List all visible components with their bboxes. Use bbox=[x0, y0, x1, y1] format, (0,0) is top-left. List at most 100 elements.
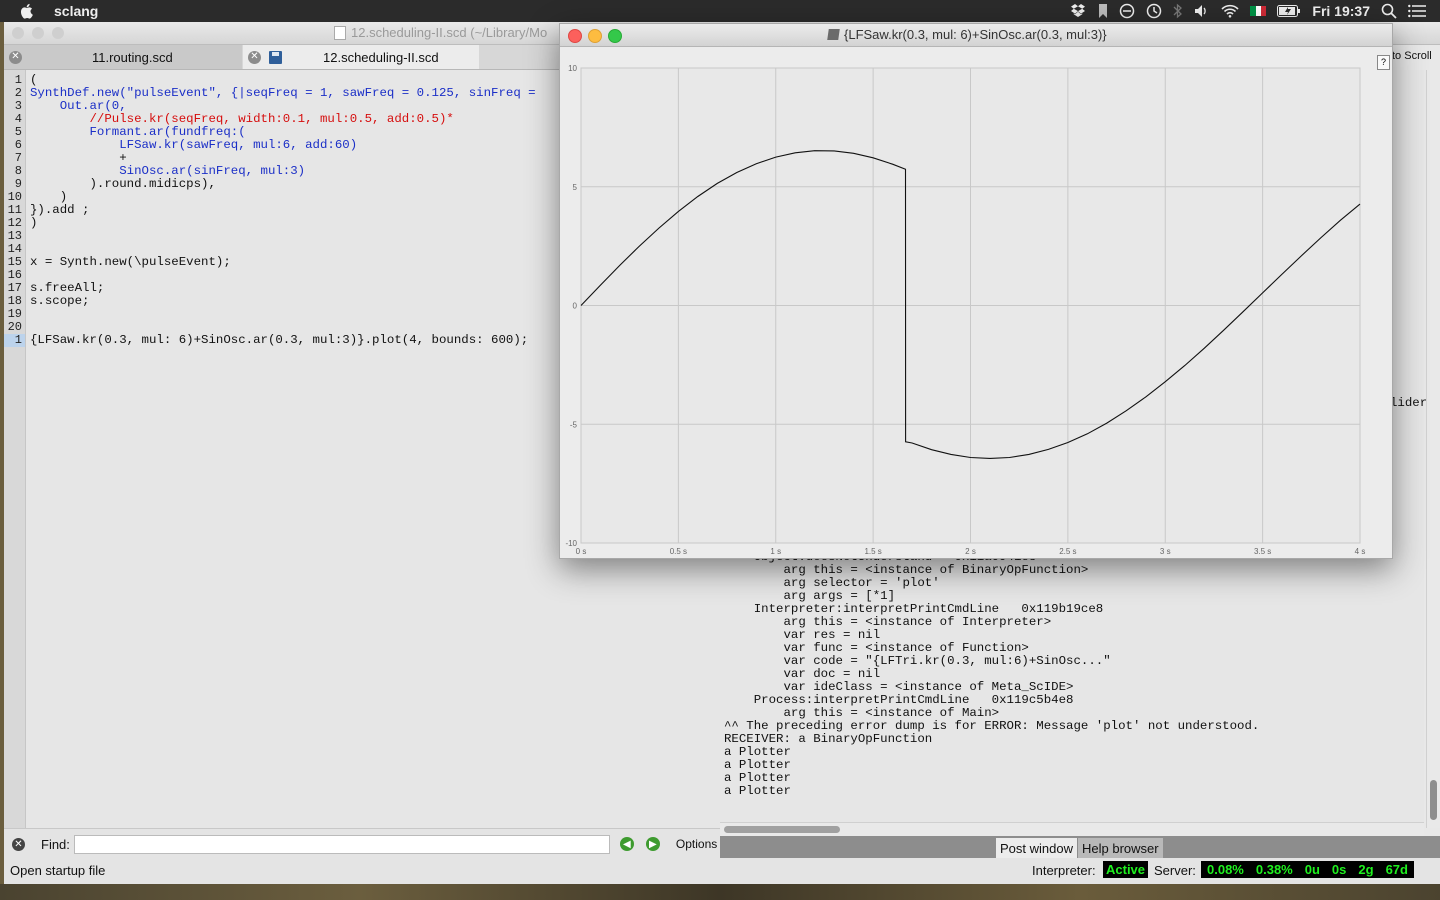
code-text: s.freeAll; bbox=[30, 281, 105, 295]
code-text: SinOsc.ar(sinFreq, mul:3) bbox=[30, 164, 306, 178]
code-text: + bbox=[30, 151, 127, 165]
y-tick-label: 5 bbox=[573, 183, 578, 192]
close-find-icon[interactable]: ✕ bbox=[12, 837, 25, 851]
tab-12-scheduling[interactable]: ✕ 12.scheduling-II.scd bbox=[243, 45, 479, 69]
spotlight-icon[interactable] bbox=[1381, 3, 1397, 19]
code-line: }).add ; bbox=[30, 204, 90, 217]
tab-label: 11.routing.scd bbox=[92, 49, 173, 65]
server-label: Server: bbox=[1154, 863, 1196, 878]
x-tick-label: 0.5 s bbox=[670, 547, 687, 556]
save-status-icon bbox=[269, 50, 282, 64]
x-tick-label: 2.5 s bbox=[1059, 547, 1076, 556]
bluetooth-icon[interactable] bbox=[1173, 3, 1183, 19]
y-tick-label: 10 bbox=[568, 64, 577, 73]
x-tick-label: 1 s bbox=[770, 547, 781, 556]
find-options-button[interactable]: Options bbox=[676, 837, 717, 851]
zoom-plot-button[interactable] bbox=[608, 29, 622, 43]
time-machine-icon[interactable] bbox=[1146, 3, 1162, 19]
post-line: a Plotter bbox=[724, 784, 791, 798]
x-tick-label: 1.5 s bbox=[864, 547, 881, 556]
minimize-window-button[interactable] bbox=[32, 27, 44, 39]
sync-icon[interactable] bbox=[1119, 3, 1135, 19]
tab-label: 12.scheduling-II.scd bbox=[323, 49, 439, 65]
menubar-clock[interactable]: Fri 19:37 bbox=[1312, 3, 1370, 19]
close-tab-icon[interactable]: ✕ bbox=[9, 50, 22, 64]
minimize-plot-button[interactable] bbox=[588, 29, 602, 43]
menu-bar: sclang Fri 19:37 bbox=[0, 0, 1440, 22]
flag-stripe-red bbox=[1261, 6, 1267, 16]
post-horizontal-scrollbar[interactable] bbox=[720, 822, 1424, 837]
x-tick-label: 2 s bbox=[965, 547, 976, 556]
server-status-display[interactable]: 0.08% 0.38% 0u 0s 2g 67d bbox=[1201, 861, 1414, 878]
notification-icon[interactable] bbox=[1408, 4, 1426, 18]
code-text: SynthDef.new("pulseEvent", {|seqFreq = 1… bbox=[30, 86, 536, 100]
status-bar: Open startup file Interpreter: Active Se… bbox=[4, 858, 1440, 884]
battery-icon[interactable] bbox=[1277, 5, 1301, 17]
line-number-gutter: 1 2 3 4 5 6 7 8 9 10 11 12 13 14 15 16 1… bbox=[4, 70, 26, 828]
tab-post-window[interactable]: Post window bbox=[996, 838, 1077, 858]
y-tick-label: -5 bbox=[570, 420, 578, 429]
current-code-line: {LFSaw.kr(0.3, mul: 6)+SinOsc.ar(0.3, mu… bbox=[30, 334, 528, 347]
close-tab-icon[interactable]: ✕ bbox=[248, 50, 261, 64]
apple-icon[interactable] bbox=[20, 3, 38, 19]
code-text: ( bbox=[30, 73, 38, 87]
auto-scroll-toggle[interactable]: to Scroll bbox=[1392, 50, 1432, 62]
tab-11-routing[interactable]: ✕ 11.routing.scd bbox=[4, 45, 242, 69]
plot-window-title: {LFSaw.kr(0.3, mul: 6)+SinOsc.ar(0.3, mu… bbox=[827, 27, 1107, 42]
code-text: ) bbox=[30, 216, 38, 230]
scrollbar-thumb[interactable] bbox=[1430, 780, 1437, 820]
y-tick-label: -10 bbox=[565, 539, 577, 548]
server-synthdefs: 67d bbox=[1385, 862, 1408, 877]
code-text: }).add ; bbox=[30, 203, 90, 217]
server-peak-cpu: 0.38% bbox=[1255, 862, 1293, 877]
find-input[interactable] bbox=[73, 834, 610, 854]
status-icons: Fri 19:37 bbox=[1071, 3, 1440, 19]
code-line: ) bbox=[30, 217, 37, 230]
code-text: LFSaw.kr(sawFreq, mul:6, add:60) bbox=[30, 138, 358, 152]
wifi-icon[interactable] bbox=[1221, 4, 1239, 18]
desktop-background-bottom bbox=[0, 884, 1440, 900]
scrollbar-thumb[interactable] bbox=[724, 826, 840, 833]
interpreter-status-badge[interactable]: Active bbox=[1103, 861, 1149, 878]
supercollider-cube-icon bbox=[827, 29, 840, 40]
x-tick-label: 0 s bbox=[576, 547, 587, 556]
code-comment: //Pulse.kr(seqFreq, width:0.1, mul:0.5, … bbox=[30, 112, 454, 126]
dropbox-icon[interactable] bbox=[1071, 4, 1087, 18]
code-text: Formant.ar(fundfreq:( bbox=[30, 125, 246, 139]
server-synths: 0s bbox=[1331, 862, 1347, 877]
zoom-window-button[interactable] bbox=[52, 27, 64, 39]
code-line: x = Synth.new(\pulseEvent); bbox=[30, 256, 231, 269]
open-startup-file-link[interactable]: Open startup file bbox=[10, 863, 105, 878]
code-text: ).round.midicps), bbox=[30, 177, 216, 191]
post-vertical-scrollbar[interactable] bbox=[1426, 70, 1440, 828]
app-name[interactable]: sclang bbox=[54, 3, 98, 19]
plot-chart[interactable]: 0 s 0.5 s 1 s 1.5 s 2 s 2.5 s 3 s 3.5 s 4 s 10 5 0 -… bbox=[560, 46, 1392, 558]
server-ugens: 0u bbox=[1304, 862, 1320, 877]
post-text-fragment: lider bbox=[1390, 396, 1428, 410]
close-window-button[interactable] bbox=[12, 27, 24, 39]
y-tick-label: 0 bbox=[573, 302, 578, 311]
code-text: Out.ar(0, bbox=[30, 99, 127, 113]
find-next-icon[interactable]: ▶ bbox=[645, 837, 660, 851]
code-text: s.scope; bbox=[30, 294, 90, 308]
code-text: {LFSaw.kr(0.3, mul: 6)+SinOsc.ar(0.3, mu… bbox=[30, 333, 529, 347]
find-previous-icon[interactable]: ◀ bbox=[619, 837, 634, 851]
plot-window: {LFSaw.kr(0.3, mul: 6)+SinOsc.ar(0.3, mu… bbox=[559, 23, 1393, 559]
server-groups: 2g bbox=[1358, 862, 1374, 877]
volume-icon[interactable] bbox=[1194, 4, 1210, 18]
document-icon bbox=[334, 25, 346, 40]
tab-help-browser[interactable]: Help browser bbox=[1078, 838, 1163, 858]
code-line: s.scope; bbox=[30, 295, 90, 308]
flag-italy-icon[interactable] bbox=[1250, 6, 1267, 16]
close-plot-button[interactable] bbox=[568, 29, 582, 43]
code-text: x = Synth.new(\pulseEvent); bbox=[30, 255, 231, 269]
x-tick-label: 3 s bbox=[1160, 547, 1171, 556]
find-bar: ✕ Find: ◀ ▶ Options bbox=[4, 828, 720, 859]
ide-window-title-text: 12.scheduling-II.scd (~/Library/Mo bbox=[351, 25, 548, 40]
bookmark-icon[interactable] bbox=[1098, 4, 1108, 18]
code-text: ) bbox=[30, 190, 68, 204]
current-line-number: 1 bbox=[4, 334, 25, 347]
server-avg-cpu: 0.08% bbox=[1207, 862, 1244, 877]
x-tick-label: 4 s bbox=[1355, 547, 1366, 556]
find-label: Find: bbox=[41, 836, 70, 852]
